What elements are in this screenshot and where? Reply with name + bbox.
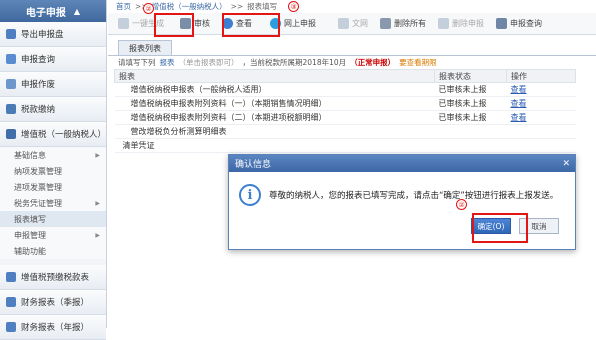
delete-icon	[438, 18, 449, 29]
export-icon	[6, 29, 16, 39]
declare-status: （正常申报）	[350, 58, 396, 67]
highlight-online-declare	[222, 13, 280, 37]
close-icon[interactable]: ✕	[562, 159, 570, 169]
hint-period: ，当前税款所属期2018年10月	[242, 58, 347, 67]
payment-icon	[6, 104, 16, 114]
vat-icon	[6, 129, 16, 139]
highlight-ok	[472, 213, 528, 243]
col-report: 报表	[114, 69, 435, 83]
hint-prefix: 请填写下列	[118, 58, 156, 67]
prepay-icon	[6, 272, 16, 282]
sidebar-header[interactable]: 电子申报 ▲	[0, 0, 106, 22]
dialog-message: 尊敬的纳税人，您的报表已填写完成，请点击“确定”按钮进行报表上报发送。	[269, 191, 559, 201]
hint-line: 请填写下列 报表 （单击报表即可） ，当前税款所属期2018年10月 （正常申报…	[108, 56, 596, 69]
expand-icon: ▶	[95, 151, 100, 159]
sidebar-item-fin-quarter[interactable]: 财务报表（季报）	[0, 290, 106, 315]
table-row[interactable]: 增值税纳税申报表（一般纳税人适用） 已审核未上报 查看	[114, 82, 576, 97]
expand-icon: ▶	[95, 231, 100, 239]
step-badge-ok: ②	[456, 199, 467, 210]
sidebar-sub-report-fill[interactable]: 报表填写	[0, 211, 106, 227]
void-icon	[6, 79, 16, 89]
table-row[interactable]: 清单凭证	[114, 138, 576, 153]
sidebar-item-payment[interactable]: 税款缴纳	[0, 97, 106, 122]
table-row[interactable]: 营改增税负分析测算明细表	[114, 124, 576, 139]
sidebar-sub-basic[interactable]: 基础信息 ▶	[0, 147, 106, 163]
delete-icon	[380, 18, 391, 29]
dialog-title: 确认信息	[235, 160, 272, 170]
expand-icon: ▶	[95, 199, 100, 207]
deadline-link[interactable]: 要查看期限	[399, 57, 437, 68]
breadcrumb-vat[interactable]: 增值税（一般纳税人）	[152, 1, 227, 12]
sidebar-title: 电子申报	[25, 7, 66, 19]
report-icon	[6, 322, 16, 332]
breadcrumb-home[interactable]: 首页	[116, 1, 131, 12]
declare-query-button[interactable]: 申报查询	[492, 15, 546, 32]
sidebar-sub-voucher[interactable]: 税务凭证管理 ▶	[0, 195, 106, 211]
sidebar-item-query[interactable]: 申报查询	[0, 47, 106, 72]
sidebar-sub-declare-manage[interactable]: 申报管理 ▶	[0, 227, 106, 243]
sidebar-sub-aux[interactable]: 辅助功能	[0, 243, 106, 259]
step-badge-audit: ②	[143, 3, 154, 14]
sidebar-item-prepay[interactable]: 增值税预缴税款表	[0, 265, 106, 290]
tab-bar: 报表列表	[108, 39, 596, 56]
info-icon: i	[239, 184, 261, 206]
dialog-header: 确认信息 ✕	[229, 155, 575, 172]
sidebar-sub-sales-invoice[interactable]: 纳项发票管理	[0, 163, 106, 179]
hint-note: （单击报表即可）	[178, 58, 239, 67]
sidebar-item-vat[interactable]: 增值税（一般纳税人）	[0, 122, 106, 147]
view-link[interactable]: 查看	[511, 113, 527, 122]
view-link[interactable]: 查看	[511, 99, 527, 108]
delete-declare-button[interactable]: 删除申报	[434, 15, 488, 32]
col-status: 报表状态	[434, 69, 507, 83]
hint-link[interactable]: 报表	[160, 57, 175, 68]
dialog-body: i 尊敬的纳税人，您的报表已填写完成，请点击“确定”按钮进行报表上报发送。	[229, 172, 575, 212]
search-icon	[496, 18, 507, 29]
table-row[interactable]: 增值税纳税申报表附列资料（一）（本期销售情况明细） 已审核未上报 查看	[114, 96, 576, 111]
highlight-audit	[154, 13, 194, 37]
tab-report-list[interactable]: 报表列表	[118, 40, 172, 55]
breadcrumb-current: 报表填写	[247, 2, 278, 11]
sidebar-item-export[interactable]: 导出申报盘	[0, 22, 106, 47]
sidebar-sub-input-invoice[interactable]: 进项发票管理	[0, 179, 106, 195]
breadcrumb: 首页 >> 增值税（一般纳税人） >> 报表填写	[116, 1, 278, 12]
generate-icon	[118, 18, 129, 29]
wenwang-button[interactable]: 文网	[334, 15, 372, 32]
delete-all-button[interactable]: 删除所有	[376, 15, 430, 32]
report-table: 报表 报表状态 操作 增值税纳税申报表（一般纳税人适用） 已审核未上报 查看 增值税…	[114, 69, 576, 153]
query-icon	[6, 54, 16, 64]
collapse-icon[interactable]: ▲	[74, 7, 80, 16]
sidebar-item-void[interactable]: 申报作废	[0, 72, 106, 97]
step-badge-online: ③	[288, 1, 299, 12]
col-action: 操作	[506, 69, 576, 83]
sidebar: 电子申报 ▲ 导出申报盘 申报查询 申报作废 税款缴纳 增值税（一般纳税人） 基…	[0, 0, 107, 340]
doc-icon	[338, 18, 349, 29]
table-row[interactable]: 增值税纳税申报表附列资料（二）（本期进项税额明细） 已审核未上报 查看	[114, 110, 576, 125]
view-link[interactable]: 查看	[511, 85, 527, 94]
report-icon	[6, 297, 16, 307]
